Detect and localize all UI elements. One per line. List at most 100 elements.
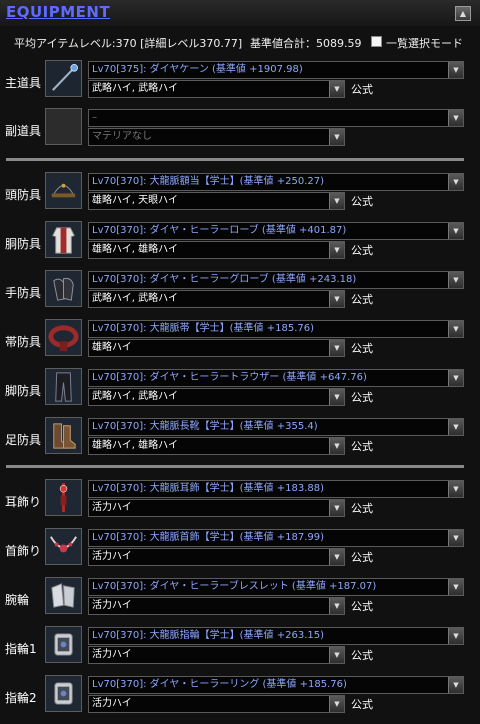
ring-icon[interactable] [45,626,82,663]
materia-select-value: 活力ハイ [92,600,132,611]
equipment-slot: 指輪2 Lv70[370]: ダイヤ・ヒーラーリング (基準値 +185.76) ▼… [0,675,480,721]
formula-link[interactable]: 公式 [351,598,373,614]
item-select[interactable]: – ▼ [88,109,464,127]
materia-select[interactable]: 活力ハイ ▼ [88,548,345,566]
item-select-value: – [92,112,97,123]
formula-link[interactable]: 公式 [351,500,373,516]
total-base-value: 基準値合計：5089.59 [250,37,362,50]
formula-link[interactable]: 公式 [351,389,373,405]
slot-label: 耳飾り [5,495,42,509]
chevron-down-icon[interactable]: ▼ [329,242,344,258]
materia-select[interactable]: 活力ハイ ▼ [88,695,345,713]
chevron-down-icon[interactable]: ▼ [448,628,463,644]
item-select-value: Lv70[375]: ダイヤケーン (基準値 +1907.98) [92,64,303,75]
item-select-value: Lv70[370]: 大龍脈額当【学士】(基準値 +250.27) [92,176,325,187]
materia-select[interactable]: 活力ハイ ▼ [88,597,345,615]
chevron-down-icon[interactable]: ▼ [448,481,463,497]
chevron-down-icon[interactable]: ▼ [448,321,463,337]
chevron-down-icon[interactable]: ▼ [329,598,344,614]
equipment-slot: 腕輪 Lv70[370]: ダイヤ・ヒーラーブレスレット (基準値 +187.07… [0,577,480,623]
formula-link[interactable]: 公式 [351,549,373,565]
list-select-mode-checkbox[interactable] [371,36,382,47]
formula-link[interactable]: 公式 [351,81,373,97]
item-select-value: Lv70[370]: ダイヤ・ヒーラーグローブ (基準値 +243.18) [92,274,357,285]
formula-link[interactable]: 公式 [351,291,373,307]
chevron-down-icon[interactable]: ▼ [329,696,344,712]
chevron-down-icon[interactable]: ▼ [448,174,463,190]
formula-link[interactable]: 公式 [351,438,373,454]
slot-label: 腕輪 [5,593,30,607]
item-select[interactable]: Lv70[370]: ダイヤ・ヒーラートラウザー (基準値 +647.76) ▼ [88,369,464,387]
chevron-down-icon[interactable]: ▼ [329,647,344,663]
materia-select-value: 雄略ハイ, 天眼ハイ [92,195,178,206]
equipment-slot: 主道具 Lv70[375]: ダイヤケーン (基準値 +1907.98) ▼ 武略ハイ… [0,60,480,106]
chevron-down-icon[interactable]: ▼ [448,110,463,126]
collapse-button[interactable]: ▲ [455,6,471,21]
equipment-slot: 首飾り Lv70[370]: 大龍脈首飾【学士】(基準値 +187.99) ▼ 活力ハ… [0,528,480,574]
item-select[interactable]: Lv70[370]: 大龍脈首飾【学士】(基準値 +187.99) ▼ [88,529,464,547]
chevron-down-icon[interactable]: ▼ [329,500,344,516]
item-select[interactable]: Lv70[370]: 大龍脈帯【学士】(基準値 +185.76) ▼ [88,320,464,338]
item-select[interactable]: Lv70[370]: ダイヤ・ヒーラーリング (基準値 +185.76) ▼ [88,676,464,694]
item-select[interactable]: Lv70[370]: ダイヤ・ヒーラーグローブ (基準値 +243.18) ▼ [88,271,464,289]
bracelet-icon[interactable] [45,577,82,614]
materia-select[interactable]: 武略ハイ, 武略ハイ ▼ [88,290,345,308]
slot-label: 指輪2 [5,691,37,705]
chevron-down-icon[interactable]: ▼ [329,549,344,565]
materia-select[interactable]: 雄略ハイ, 雄略ハイ ▼ [88,437,345,455]
formula-link[interactable]: 公式 [351,193,373,209]
title-bar: EQUIPMENT ▲ [0,0,480,26]
chevron-down-icon[interactable]: ▼ [448,370,463,386]
ring-icon[interactable] [45,675,82,712]
chevron-down-icon[interactable]: ▼ [448,62,463,78]
chevron-down-icon[interactable]: ▼ [448,419,463,435]
cane-icon[interactable] [45,60,82,97]
formula-link[interactable]: 公式 [351,340,373,356]
boots-icon[interactable] [45,417,82,454]
item-select[interactable]: Lv70[370]: ダイヤ・ヒーラーブレスレット (基準値 +187.07) ▼ [88,578,464,596]
slot-label: 副道具 [5,124,42,138]
materia-select[interactable]: マテリアなし ▼ [88,128,345,146]
materia-select-value: 活力ハイ [92,551,132,562]
materia-select[interactable]: 武略ハイ, 武略ハイ ▼ [88,80,345,98]
chevron-down-icon[interactable]: ▼ [448,579,463,595]
panel-title: EQUIPMENT [6,3,111,21]
chevron-down-icon[interactable]: ▼ [329,438,344,454]
slot-label: 頭防具 [5,188,42,202]
chevron-down-icon[interactable]: ▼ [448,677,463,693]
chevron-down-icon[interactable]: ▼ [329,291,344,307]
item-select[interactable]: Lv70[370]: 大龍脈長靴【学士】(基準値 +355.4) ▼ [88,418,464,436]
chevron-down-icon[interactable]: ▼ [329,81,344,97]
earring-icon[interactable] [45,479,82,516]
empty-slot-icon[interactable] [45,108,82,145]
hat-icon[interactable] [45,172,82,209]
materia-select[interactable]: 雄略ハイ, 天眼ハイ ▼ [88,192,345,210]
formula-link[interactable]: 公式 [351,696,373,712]
necklace-icon[interactable] [45,528,82,565]
trousers-icon[interactable] [45,368,82,405]
chevron-down-icon[interactable]: ▼ [329,193,344,209]
chevron-down-icon[interactable]: ▼ [448,272,463,288]
materia-select[interactable]: 武略ハイ, 武略ハイ ▼ [88,388,345,406]
item-select[interactable]: Lv70[370]: 大龍脈指輪【学士】(基準値 +263.15) ▼ [88,627,464,645]
materia-select[interactable]: 活力ハイ ▼ [88,646,345,664]
item-select[interactable]: Lv70[370]: ダイヤ・ヒーラーローブ (基準値 +401.87) ▼ [88,222,464,240]
equipment-slot: 耳飾り Lv70[370]: 大龍脈耳飾【学士】(基準値 +183.88) ▼ 活力ハ… [0,479,480,525]
formula-link[interactable]: 公式 [351,242,373,258]
materia-select[interactable]: 雄略ハイ ▼ [88,339,345,357]
chevron-down-icon[interactable]: ▼ [448,530,463,546]
materia-select[interactable]: 雄略ハイ, 雄略ハイ ▼ [88,241,345,259]
materia-select[interactable]: 活力ハイ ▼ [88,499,345,517]
gloves-icon[interactable] [45,270,82,307]
formula-link[interactable]: 公式 [351,647,373,663]
equipment-slot: 頭防具 Lv70[370]: 大龍脈額当【学士】(基準値 +250.27) ▼ 雄略ハ… [0,172,480,218]
item-select[interactable]: Lv70[375]: ダイヤケーン (基準値 +1907.98) ▼ [88,61,464,79]
item-select[interactable]: Lv70[370]: 大龍脈額当【学士】(基準値 +250.27) ▼ [88,173,464,191]
chevron-down-icon[interactable]: ▼ [448,223,463,239]
chevron-down-icon[interactable]: ▼ [329,129,344,145]
item-select[interactable]: Lv70[370]: 大龍脈耳飾【学士】(基準値 +183.88) ▼ [88,480,464,498]
belt-icon[interactable] [45,319,82,356]
chevron-down-icon[interactable]: ▼ [329,340,344,356]
robe-icon[interactable] [45,221,82,258]
chevron-down-icon[interactable]: ▼ [329,389,344,405]
